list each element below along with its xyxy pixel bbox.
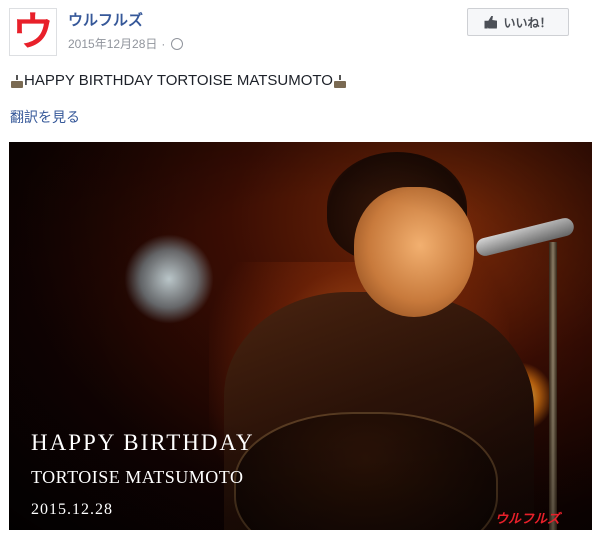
post-meta: 2015年12月28日 ·: [68, 35, 184, 52]
post-message: HAPPY BIRTHDAY TORTOISE MATSUMOTO: [10, 72, 347, 89]
thumbs-up-icon: [484, 15, 498, 29]
birthday-cake-icon: [333, 74, 347, 88]
post-date[interactable]: 2015年12月28日: [68, 35, 157, 52]
post-photo[interactable]: HAPPY BIRTHDAY TORTOISE MATSUMOTO 2015.1…: [9, 142, 592, 530]
like-page-button[interactable]: いいね！: [467, 8, 569, 36]
photo-caption-name: TORTOISE MATSUMOTO: [31, 467, 244, 487]
avatar-logo: ウ: [12, 9, 54, 55]
globe-icon: [171, 37, 184, 50]
meta-separator: ·: [161, 36, 166, 51]
page-name-link[interactable]: ウルフルズ: [68, 9, 143, 30]
like-button-label: いいね！: [503, 15, 552, 30]
photo-caption-date: 2015.12.28: [31, 501, 113, 518]
see-translation-link[interactable]: 翻訳を見る: [10, 107, 80, 127]
photo-caption-title: HAPPY BIRTHDAY: [31, 430, 255, 455]
band-logo-watermark: ウルフルズ: [495, 512, 561, 527]
post-message-text: HAPPY BIRTHDAY TORTOISE MATSUMOTO: [24, 72, 333, 89]
page-avatar[interactable]: ウ: [9, 8, 57, 56]
birthday-cake-icon: [10, 74, 24, 88]
